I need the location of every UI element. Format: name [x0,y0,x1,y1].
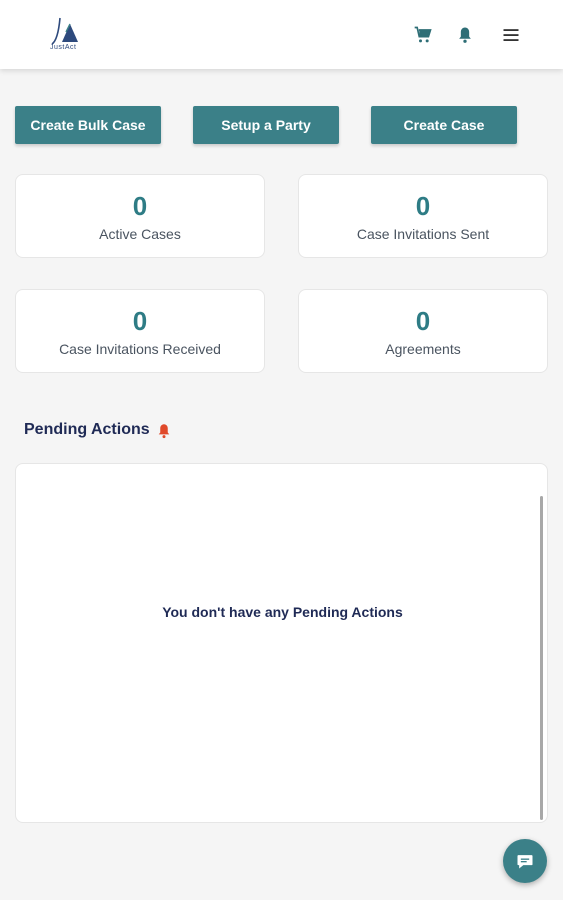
cart-icon[interactable] [413,25,433,45]
chat-icon [517,855,533,869]
case-invitations-sent-card[interactable]: 0 Case Invitations Sent [298,174,548,258]
pending-actions-panel: You don't have any Pending Actions [15,463,548,823]
pending-actions-empty-message: You don't have any Pending Actions [162,604,403,620]
case-invitations-sent-count: 0 [415,191,431,221]
case-invitations-received-label: Case Invitations Received [59,341,221,357]
pending-actions-title: Pending Actions [24,421,150,438]
active-cases-label: Active Cases [99,226,181,242]
bell-icon[interactable] [455,25,475,45]
case-invitations-sent-label: Case Invitations Sent [356,226,490,242]
hamburger-menu-icon[interactable] [501,25,521,45]
agreements-count: 0 [415,306,431,336]
logo-text: JustAct [50,44,77,51]
alert-bell-icon [158,424,169,439]
create-case-button[interactable]: Create Case [371,106,517,144]
agreements-card[interactable]: 0 Agreements [298,289,548,373]
create-bulk-case-button[interactable]: Create Bulk Case [15,106,161,144]
setup-party-button[interactable]: Setup a Party [193,106,339,144]
pending-actions-heading: Pending Actions [24,420,173,440]
top-app-bar: JustAct [0,0,563,69]
active-cases-count: 0 [132,191,148,221]
case-invitations-received-count: 0 [132,306,148,336]
chat-button[interactable] [503,839,547,883]
panel-scrollbar[interactable] [540,496,543,820]
active-cases-card[interactable]: 0 Active Cases [15,174,265,258]
agreements-label: Agreements [385,341,461,357]
case-invitations-received-card[interactable]: 0 Case Invitations Received [15,289,265,373]
